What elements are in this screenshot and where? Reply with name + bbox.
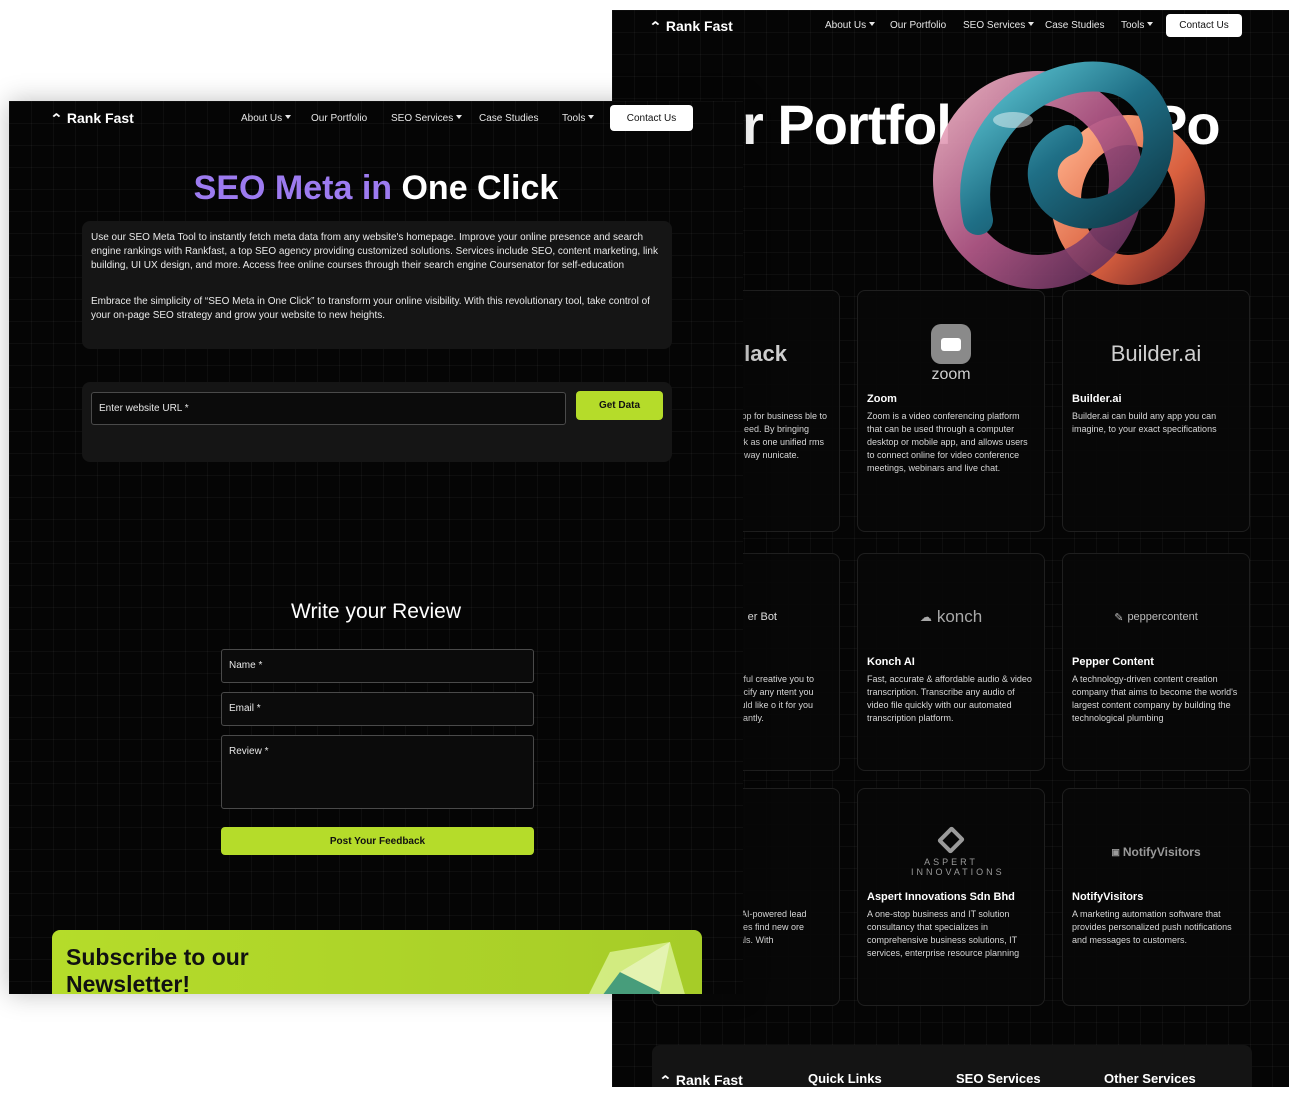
newsletter-illustration: [589, 942, 685, 994]
footer-heading-seo-services: SEO Services: [956, 1071, 1041, 1086]
footer-heading-quick-links: Quick Links: [808, 1071, 882, 1086]
meta-navbar: ⌃ Rank Fast About Us Our Portfolio SEO S…: [9, 101, 743, 137]
seo-meta-window: ⌃ Rank Fast About Us Our Portfolio SEO S…: [9, 101, 743, 994]
double-chevron-up-icon: ⌃: [49, 110, 63, 126]
contact-us-button[interactable]: Contact Us: [610, 105, 693, 131]
nav-tools[interactable]: Tools: [1121, 20, 1154, 31]
builder-ai-logo: Builder.ai: [1110, 341, 1202, 366]
caret-down-icon: [869, 22, 876, 26]
nav-case-studies[interactable]: Case Studies: [1045, 20, 1104, 31]
portfolio-card-notifyvisitors[interactable]: ▣ NotifyVisitors NotifyVisitors A market…: [1062, 788, 1250, 1006]
nav-case-studies[interactable]: Case Studies: [479, 113, 538, 124]
aspert-logo: ASPERT INNOVATIONS: [858, 817, 1044, 887]
torus-knot-illustration: [933, 61, 1205, 289]
caret-down-icon: [1028, 22, 1035, 26]
nav-about-us[interactable]: About Us: [825, 20, 876, 31]
footer-heading-other-services: Other Services: [1104, 1071, 1196, 1086]
portfolio-card-builder-ai[interactable]: Builder.ai Builder.ai Builder.ai can bui…: [1062, 290, 1250, 532]
nav-our-portfolio[interactable]: Our Portfolio: [311, 113, 367, 124]
contact-us-button[interactable]: Contact Us: [1166, 14, 1242, 37]
notifyvisitors-logo: ▣ NotifyVisitors: [1111, 845, 1201, 859]
bell-icon: ▣: [1111, 846, 1120, 857]
caret-down-icon: [456, 115, 463, 119]
email-field[interactable]: Email *: [221, 692, 534, 726]
post-feedback-button[interactable]: Post Your Feedback: [221, 827, 534, 855]
intro-paragraph-2: Embrace the simplicity of “SEO Meta in O…: [91, 296, 650, 321]
brand-logo[interactable]: ⌃ Rank Fast: [648, 18, 733, 34]
name-field[interactable]: Name *: [221, 649, 534, 683]
nav-seo-services[interactable]: SEO Services: [391, 113, 463, 124]
footer-logo[interactable]: ⌃ Rank Fast: [658, 1072, 743, 1087]
review-textarea[interactable]: Review *: [221, 735, 534, 809]
zoom-logo: zoom: [858, 319, 1044, 389]
intro-paragraph-1: Use our SEO Meta Tool to instantly fetch…: [91, 232, 658, 271]
review-title: Write your Review: [291, 600, 461, 623]
newsletter-banner: Subscribe to our Newsletter!: [52, 930, 702, 994]
website-url-input[interactable]: Enter website URL *: [91, 392, 566, 425]
nav-seo-services[interactable]: SEO Services: [963, 20, 1035, 31]
hexagon-icon: [936, 825, 966, 855]
portfolio-card-zoom[interactable]: zoom Zoom Zoom is a video conferencing p…: [857, 290, 1045, 532]
portfolio-card-aspert[interactable]: ASPERT INNOVATIONS Aspert Innovations Sd…: [857, 788, 1045, 1006]
video-camera-icon: [931, 324, 971, 364]
nav-tools[interactable]: Tools: [562, 113, 595, 124]
cloud-icon: ☁: [919, 610, 932, 624]
portfolio-card-konch-ai[interactable]: ☁ konch Konch AI Fast, accurate & afford…: [857, 553, 1045, 771]
caret-down-icon: [285, 115, 292, 119]
pepper-content-logo: ✎ peppercontent: [1114, 611, 1198, 624]
nav-our-portfolio[interactable]: Our Portfolio: [890, 20, 946, 31]
caret-down-icon: [588, 115, 595, 119]
nav-about-us[interactable]: About Us: [241, 113, 292, 124]
get-data-button[interactable]: Get Data: [576, 391, 663, 420]
portfolio-card-pepper-content[interactable]: ✎ peppercontent Pepper Content A technol…: [1062, 553, 1250, 771]
pepper-icon: ✎: [1114, 611, 1124, 624]
konch-logo: ☁ konch: [919, 607, 983, 626]
caret-down-icon: [1147, 22, 1154, 26]
page-title: SEO Meta in One Click: [193, 169, 559, 207]
brand-logo[interactable]: ⌃ Rank Fast: [49, 110, 134, 126]
double-chevron-up-icon: ⌃: [658, 1072, 672, 1087]
newsletter-heading: Subscribe to our Newsletter!: [66, 944, 249, 994]
double-chevron-up-icon: ⌃: [648, 18, 662, 34]
